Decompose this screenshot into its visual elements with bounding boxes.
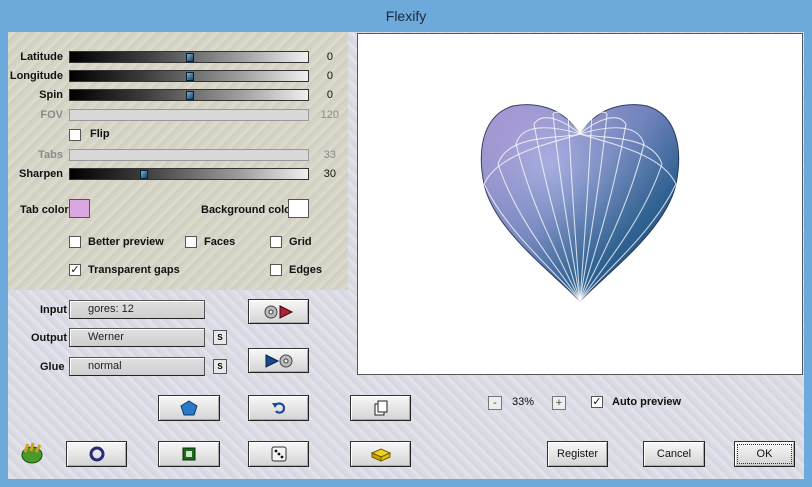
cancel-button[interactable]: Cancel — [643, 441, 705, 467]
frame-button[interactable] — [158, 441, 220, 467]
glue-field[interactable]: normal — [69, 357, 205, 376]
transparent-gaps-label: Transparent gaps — [88, 264, 180, 276]
faces-checkbox[interactable] — [185, 236, 197, 248]
better-preview-checkbox[interactable] — [69, 236, 81, 248]
input-to-output-button[interactable] — [248, 299, 309, 324]
sharpen-label: Sharpen — [18, 168, 63, 180]
copy-pages-icon — [374, 400, 387, 416]
spin-value: 0 — [326, 89, 333, 101]
sphere-button[interactable] — [66, 441, 127, 467]
latitude-slider-thumb[interactable] — [186, 53, 194, 62]
dialog-client: Latitude 0 Longitude 0 Spin 0 FOV 120 Fl… — [8, 32, 804, 479]
input-projection-field[interactable]: gores: 12 — [69, 300, 205, 319]
random-dice-button[interactable] — [248, 441, 309, 467]
output-settings-button[interactable]: S — [213, 330, 227, 345]
sharpen-slider[interactable] — [69, 168, 309, 180]
zoom-in-button[interactable]: + — [552, 396, 566, 410]
tabs-value: 33 — [323, 149, 336, 161]
play-disc-icon — [265, 353, 292, 368]
flip-checkbox[interactable] — [69, 129, 81, 141]
tabs-slider[interactable] — [69, 149, 309, 161]
flip-label: Flip — [90, 128, 110, 140]
better-preview-label: Better preview — [88, 236, 164, 248]
yellow-block-icon — [370, 448, 391, 462]
longitude-slider[interactable] — [69, 70, 309, 82]
output-to-input-button[interactable] — [248, 348, 309, 373]
tab-color-label: Tab color — [20, 204, 69, 216]
dice-icon — [271, 446, 286, 462]
glue-settings-button[interactable]: S — [213, 359, 227, 374]
auto-preview-label: Auto preview — [612, 396, 682, 408]
flexify-window: Flexify Latitude 0 Longitude 0 Spin 0 FO… — [0, 0, 812, 487]
tab-color-swatch[interactable] — [69, 199, 90, 218]
spin-slider[interactable] — [69, 89, 309, 101]
latitude-value: 0 — [326, 51, 333, 63]
ring-icon — [89, 446, 104, 462]
fov-slider[interactable] — [69, 109, 309, 121]
grid-checkbox[interactable] — [270, 236, 282, 248]
grid-label: Grid — [289, 236, 312, 248]
undo-icon — [271, 402, 285, 414]
background-color-swatch[interactable] — [288, 199, 309, 218]
disc-play-icon — [264, 304, 293, 319]
longitude-slider-thumb[interactable] — [186, 72, 194, 81]
fov-label: FOV — [40, 109, 63, 121]
pentagon-icon — [180, 400, 198, 416]
latitude-label: Latitude — [20, 51, 63, 63]
edges-checkbox[interactable] — [270, 264, 282, 276]
plugin-block-button[interactable] — [350, 441, 411, 467]
auto-preview-checkbox[interactable]: ✓ — [591, 396, 603, 408]
ok-button[interactable]: OK — [734, 441, 795, 467]
latitude-slider[interactable] — [69, 51, 309, 63]
randomize-button[interactable] — [158, 395, 220, 421]
background-color-label: Background color — [201, 204, 296, 216]
tabs-label: Tabs — [38, 149, 63, 161]
flexify-logo-icon — [20, 442, 44, 467]
spin-slider-thumb[interactable] — [186, 91, 194, 100]
heart-preview-image — [480, 104, 680, 302]
longitude-value: 0 — [326, 70, 333, 82]
sharpen-slider-thumb[interactable] — [140, 170, 148, 179]
glue-label: Glue — [40, 361, 65, 373]
output-projection-field[interactable]: Werner — [69, 328, 205, 347]
register-button[interactable]: Register — [547, 441, 608, 467]
edges-label: Edges — [289, 264, 323, 276]
window-title: Flexify — [385, 8, 427, 24]
preview-canvas[interactable] — [357, 33, 803, 375]
undo-button[interactable] — [248, 395, 309, 421]
zoom-level: 33% — [512, 396, 535, 408]
copy-button[interactable] — [350, 395, 411, 421]
zoom-out-button[interactable]: - — [488, 396, 502, 410]
square-frame-icon — [182, 447, 196, 461]
input-label: Input — [40, 304, 67, 316]
output-label: Output — [31, 332, 68, 344]
faces-label: Faces — [204, 236, 236, 248]
sharpen-value: 30 — [323, 168, 336, 180]
fov-value: 120 — [320, 109, 339, 121]
spin-label: Spin — [39, 89, 63, 101]
longitude-label: Longitude — [9, 70, 63, 82]
transparent-gaps-checkbox[interactable]: ✓ — [69, 264, 81, 276]
